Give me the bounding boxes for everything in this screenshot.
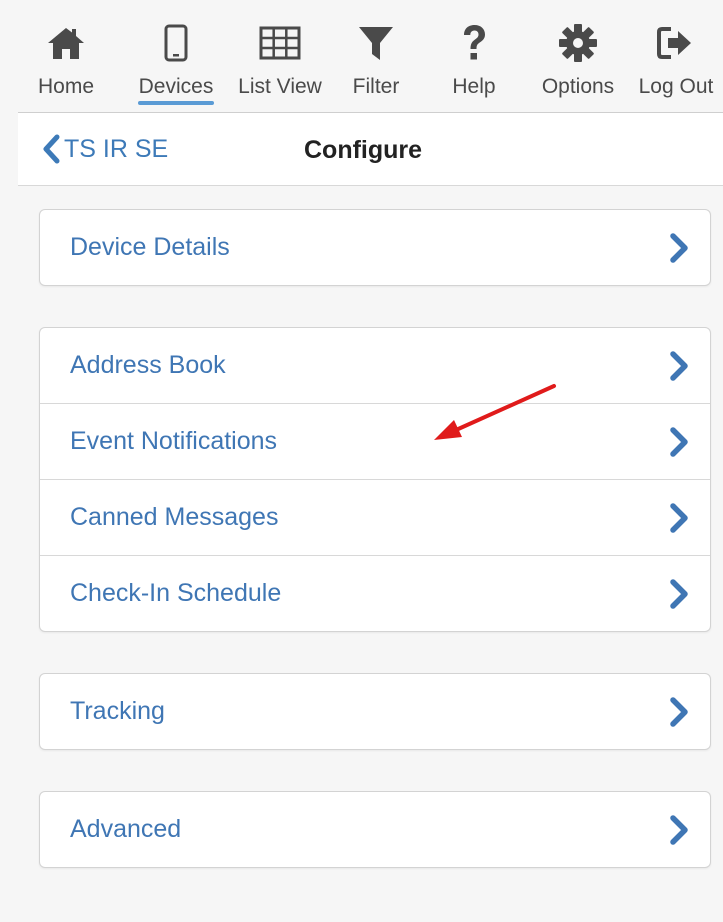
logout-icon xyxy=(655,22,697,64)
nav-list-view-label: List View xyxy=(238,75,322,98)
nav-devices-label: Devices xyxy=(138,75,214,98)
menu-row-device-details[interactable]: Device Details xyxy=(40,210,710,285)
menu-row-tracking[interactable]: Tracking xyxy=(40,674,710,749)
menu-row-label: Event Notifications xyxy=(70,427,278,455)
page-title: Configure xyxy=(304,136,423,164)
menu-row-label: Canned Messages xyxy=(70,503,279,531)
menu-row-label: Advanced xyxy=(70,815,182,843)
gear-icon xyxy=(557,22,599,64)
menu-row-label: Device Details xyxy=(70,233,230,261)
menu-row-canned-messages[interactable]: Canned Messages xyxy=(40,479,710,555)
nav-active-indicator xyxy=(138,101,214,105)
chevron-right-icon xyxy=(670,579,688,609)
menu-row-label: Check-In Schedule xyxy=(70,579,282,607)
help-icon xyxy=(453,22,495,64)
grid-icon xyxy=(259,22,301,64)
filter-icon xyxy=(355,22,397,64)
app-window: Home Devices List View Filter Help Optio… xyxy=(18,0,723,922)
device-phone-icon xyxy=(155,22,197,64)
nav-log-out[interactable]: Log Out xyxy=(630,0,722,112)
nav-home[interactable]: Home xyxy=(18,0,114,112)
nav-filter[interactable]: Filter xyxy=(336,0,416,112)
page-header: TS IR SE Configure xyxy=(18,113,723,186)
settings-group-device: Device Details xyxy=(39,209,711,286)
menu-row-address-book[interactable]: Address Book xyxy=(40,328,710,403)
chevron-right-icon xyxy=(670,697,688,727)
menu-row-label: Address Book xyxy=(70,351,226,379)
menu-row-event-notifications[interactable]: Event Notifications xyxy=(40,403,710,479)
chevron-right-icon xyxy=(670,233,688,263)
settings-group-messaging: Address Book Event Notifications Canned … xyxy=(39,327,711,632)
settings-group-advanced: Advanced xyxy=(39,791,711,868)
nav-devices[interactable]: Devices xyxy=(126,0,226,112)
chevron-right-icon xyxy=(670,351,688,381)
menu-row-label: Tracking xyxy=(70,697,165,725)
nav-log-out-label: Log Out xyxy=(638,75,714,98)
nav-options-label: Options xyxy=(541,75,615,98)
settings-group-tracking: Tracking xyxy=(39,673,711,750)
chevron-right-icon xyxy=(670,503,688,533)
menu-row-advanced[interactable]: Advanced xyxy=(40,792,710,867)
nav-help-label: Help xyxy=(452,75,496,98)
chevron-right-icon xyxy=(670,427,688,457)
chevron-right-icon xyxy=(670,815,688,845)
nav-filter-label: Filter xyxy=(352,75,400,98)
top-nav: Home Devices List View Filter Help Optio… xyxy=(18,0,723,113)
nav-list-view[interactable]: List View xyxy=(228,0,332,112)
nav-home-label: Home xyxy=(37,75,95,98)
back-button-label: TS IR SE xyxy=(64,134,169,163)
menu-row-check-in-schedule[interactable]: Check-In Schedule xyxy=(40,555,710,631)
home-icon xyxy=(45,22,87,64)
back-button[interactable]: TS IR SE xyxy=(40,131,168,167)
nav-help[interactable]: Help xyxy=(430,0,518,112)
nav-options[interactable]: Options xyxy=(528,0,628,112)
chevron-left-icon xyxy=(43,134,60,164)
